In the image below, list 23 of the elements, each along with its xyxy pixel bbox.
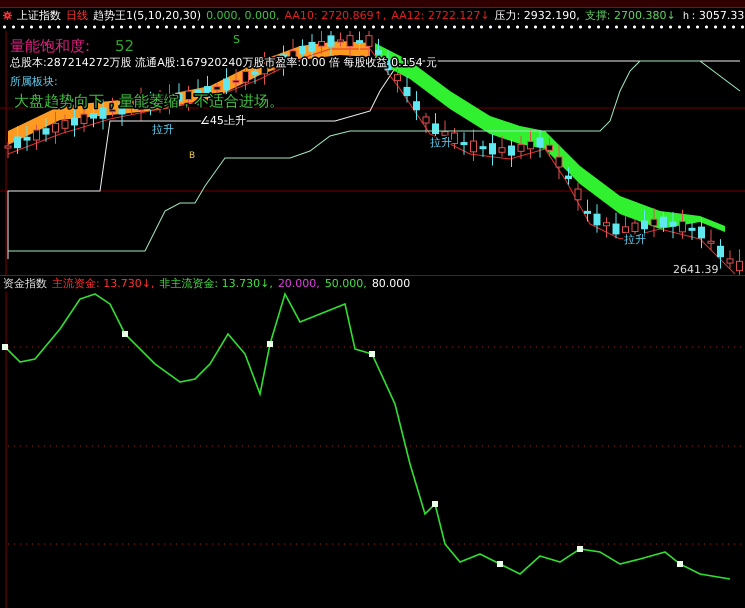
legend-label: 50.000, bbox=[324, 277, 367, 290]
signal-mark: S bbox=[233, 32, 240, 46]
indicator-label: 0.000, 0.000, bbox=[206, 8, 280, 22]
indicator-label: AA10: 2720.869↑, bbox=[284, 8, 386, 22]
legend-label: 主流资金: 13.730↓, bbox=[52, 276, 154, 292]
indicator-label: 支撑: 2700.380↓ bbox=[584, 8, 676, 23]
sector-label: 所属板块: bbox=[10, 74, 58, 88]
settings-icon[interactable] bbox=[3, 10, 12, 20]
indicator-label: 日线 bbox=[66, 8, 88, 23]
indicator-label: AA12: 2722.127↓ bbox=[391, 8, 490, 22]
saturation-label: 量能饱和度: bbox=[10, 36, 90, 55]
indicator-label: 压力: 2932.190, bbox=[494, 8, 580, 23]
indicator-label: 趋势王1(5,10,20,30) bbox=[93, 8, 202, 23]
legend-label: 20.000, bbox=[278, 277, 320, 290]
pull-label: 拉升 bbox=[152, 122, 174, 136]
indicator-label: ｈ: 3057.33 bbox=[680, 8, 744, 23]
buy-mark: B bbox=[189, 150, 196, 161]
panel-title: 资金指数 bbox=[3, 276, 47, 292]
legend-label: 非主流资金: 13.730↓, bbox=[159, 276, 273, 292]
indicator-label: 上证指数 bbox=[17, 8, 61, 23]
saturation-value: 52 bbox=[115, 36, 134, 55]
last-price: 2641.39 bbox=[673, 262, 718, 275]
legend-label: 80.000 bbox=[372, 277, 410, 290]
